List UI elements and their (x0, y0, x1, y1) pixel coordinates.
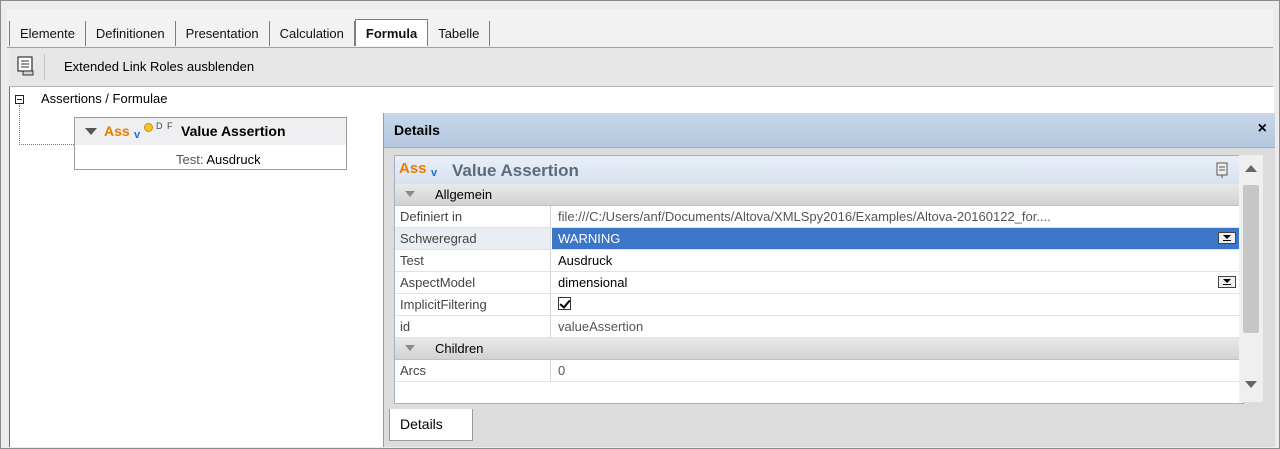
property-row: Arcs 0 (395, 360, 1243, 382)
property-key: Test (395, 250, 551, 271)
pin-panel-icon[interactable] (1215, 161, 1231, 179)
details-header: Details × (384, 113, 1275, 148)
close-icon[interactable]: × (1258, 120, 1267, 138)
assertion-subscript: v (134, 129, 141, 141)
tab-tabelle[interactable]: Tabelle (428, 21, 491, 46)
section-label: Children (435, 341, 484, 356)
status-dot-icon (144, 123, 153, 132)
tab-presentation[interactable]: Presentation (176, 21, 270, 46)
property-value: 0 (558, 363, 566, 378)
collapse-triangle-icon[interactable] (405, 191, 415, 197)
assertion-subscript: v (431, 167, 438, 179)
hide-roles-button[interactable]: Extended Link Roles ausblenden (64, 59, 254, 74)
property-row: AspectModel dimensional (395, 272, 1243, 294)
scroll-up-icon[interactable] (1245, 165, 1257, 172)
details-bottom-tab[interactable]: Details (389, 409, 473, 441)
section-children[interactable]: Children (395, 338, 1243, 360)
property-key: AspectModel (395, 272, 551, 293)
details-panel: Details × Ass v Value Assertion Allgemei… (383, 113, 1275, 447)
vertical-scrollbar[interactable] (1239, 155, 1263, 402)
scroll-down-icon[interactable] (1245, 381, 1257, 388)
dropdown-arrow-icon[interactable] (1218, 276, 1236, 288)
node-test-value: Ausdruck (206, 152, 261, 167)
expand-triangle-icon[interactable] (85, 128, 97, 135)
property-row: ImplicitFiltering (395, 294, 1243, 316)
id-input[interactable]: valueAssertion (552, 316, 1242, 337)
details-title: Details (394, 122, 440, 138)
node-header: Ass v D F Value Assertion (75, 118, 346, 145)
property-key: ImplicitFiltering (395, 294, 551, 315)
value-assertion-node[interactable]: Ass v D F Value Assertion Test: Ausdruck (74, 117, 347, 170)
toolbar: Extended Link Roles ausblenden (9, 48, 1273, 87)
node-title: Value Assertion (181, 123, 286, 139)
node-test-label: Test: (176, 152, 204, 167)
assertion-type-icon: Ass (104, 123, 130, 139)
collapse-toggle-icon[interactable] (15, 95, 24, 104)
tab-elemente[interactable]: Elemente (9, 21, 86, 46)
property-row: Test Ausdruck (395, 250, 1243, 272)
dropdown-arrow-icon[interactable] (1218, 232, 1236, 244)
tree-connector (19, 144, 74, 145)
section-general[interactable]: Allgemein (395, 184, 1243, 206)
severity-select[interactable]: WARNING (552, 228, 1242, 249)
tab-bar: Elemente Definitionen Presentation Calcu… (7, 9, 1273, 48)
tab-calculation[interactable]: Calculation (270, 21, 355, 46)
property-grid-title: Ass v Value Assertion (395, 156, 1243, 185)
node-test-line: Test: Ausdruck (176, 152, 261, 167)
hide-roles-icon[interactable] (15, 55, 37, 77)
tab-formula[interactable]: Formula (354, 19, 429, 46)
aspect-model-select[interactable]: dimensional (552, 272, 1242, 293)
scroll-thumb[interactable] (1243, 185, 1259, 333)
property-key: id (395, 316, 551, 337)
property-grid: Ass v Value Assertion Allgemein Definier… (394, 155, 1244, 404)
aspect-model-value: dimensional (558, 275, 628, 290)
section-label: Allgemein (435, 187, 493, 202)
property-key: Arcs (395, 360, 551, 381)
collapse-triangle-icon[interactable] (405, 345, 415, 351)
property-row: Schweregrad WARNING (395, 228, 1243, 250)
property-key: Definiert in (395, 206, 551, 227)
implicit-filtering-checkbox[interactable] (558, 297, 571, 310)
property-key: Schweregrad (395, 228, 551, 249)
tree-root-label[interactable]: Assertions / Formulae (41, 91, 167, 106)
node-flags: D F (156, 121, 174, 131)
app-frame: Elemente Definitionen Presentation Calcu… (0, 0, 1280, 449)
severity-value: WARNING (558, 231, 621, 246)
tree-connector (19, 105, 20, 145)
toolbar-separator (44, 54, 45, 80)
property-value: file:///C:/Users/anf/Documents/Altova/XM… (558, 209, 1051, 224)
grid-title-text: Value Assertion (452, 161, 579, 180)
implicit-filtering-cell (552, 294, 1242, 315)
tab-definitionen[interactable]: Definitionen (86, 21, 176, 46)
test-input[interactable]: Ausdruck (552, 250, 1242, 271)
property-row: id valueAssertion (395, 316, 1243, 338)
assertion-type-icon: Ass (399, 160, 427, 177)
property-row: Definiert in file:///C:/Users/anf/Docume… (395, 206, 1243, 228)
details-tab-label: Details (400, 416, 443, 432)
